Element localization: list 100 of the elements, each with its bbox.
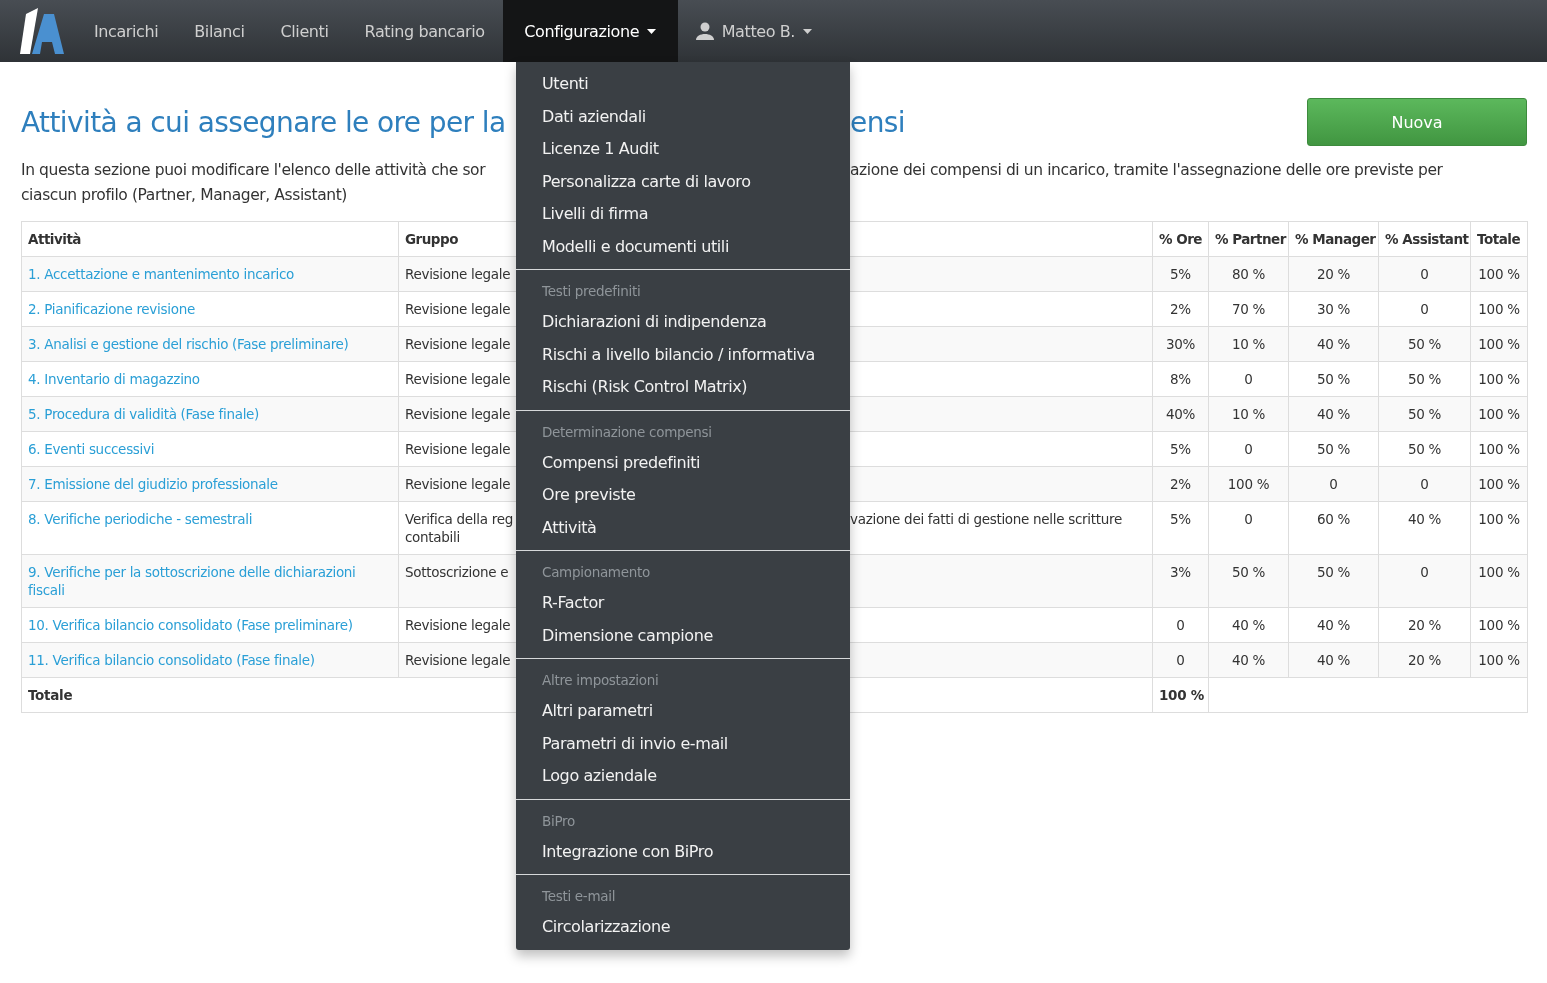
group-text: Revisione legale bbox=[405, 475, 511, 493]
caret-icon bbox=[803, 28, 813, 34]
table-cell: 8% bbox=[1152, 361, 1209, 397]
table-cell: 5% bbox=[1152, 501, 1209, 555]
table-cell: 100 % bbox=[1470, 326, 1528, 362]
menu-header: BiPro bbox=[541, 811, 576, 831]
table-cell: 50 % bbox=[1208, 554, 1289, 608]
table-cell: 2% bbox=[1152, 291, 1209, 327]
group-text: Revisione legale bbox=[405, 651, 511, 669]
table-cell: 10 % bbox=[1208, 326, 1289, 362]
group-text: Revisione legale bbox=[405, 405, 511, 423]
table-cell: 100 % bbox=[1470, 554, 1528, 608]
table-cell: 0 bbox=[1378, 554, 1471, 608]
table-cell: 100 % bbox=[1470, 466, 1528, 502]
table-cell: 10 % bbox=[1208, 396, 1289, 432]
table-cell: 50 % bbox=[1288, 554, 1379, 608]
table-cell: 0 bbox=[1378, 291, 1471, 327]
menu-item[interactable]: Rischi a livello bilancio / informativa bbox=[516, 338, 850, 371]
table-cell: 100 % bbox=[1470, 396, 1528, 432]
table-cell: 60 % bbox=[1288, 501, 1379, 555]
menu-item[interactable]: Dimensione campione bbox=[516, 619, 850, 652]
table-cell: 40 % bbox=[1288, 326, 1379, 362]
column-header: % Partner bbox=[1208, 221, 1289, 257]
nav-item[interactable]: Clienti bbox=[262, 0, 347, 62]
menu-header: Campionamento bbox=[541, 563, 651, 582]
group-text: Sottoscrizione e bbox=[405, 563, 509, 581]
table-cell: 0 bbox=[1378, 466, 1471, 502]
table-cell: 0 bbox=[1152, 607, 1209, 643]
table-cell: 0 bbox=[1208, 501, 1289, 555]
menu-item[interactable]: Circolarizzazione bbox=[516, 911, 850, 944]
nav-item[interactable]: Bilanci bbox=[176, 0, 263, 62]
table-cell: 70 % bbox=[1208, 291, 1289, 327]
menu-item[interactable]: Dati aziendali bbox=[516, 100, 850, 133]
intro-text: ciascun profilo (Partner, Manager, Assistant) bbox=[21, 185, 348, 206]
table-cell: 0 bbox=[1378, 256, 1471, 292]
user-menu[interactable]: Matteo B. bbox=[677, 0, 831, 62]
table-cell: 40% bbox=[1152, 396, 1209, 432]
menu-item[interactable]: Altri parametri bbox=[516, 695, 850, 728]
table-cell: 50 % bbox=[1378, 431, 1471, 467]
menu-header: Testi e-mail bbox=[541, 887, 617, 906]
table-cell: 0 bbox=[1208, 361, 1289, 397]
nav-item[interactable]: Rating bancario bbox=[346, 0, 503, 62]
menu-item[interactable]: Licenze 1 Audit bbox=[516, 133, 850, 166]
group-text: vazione dei fatti di gestione nelle scritture bbox=[850, 510, 1122, 529]
table-cell: 50 % bbox=[1378, 361, 1471, 397]
group-text: Revisione legale bbox=[405, 616, 511, 634]
nav-item[interactable]: Configurazione bbox=[502, 0, 678, 62]
table-cell: 50 % bbox=[1378, 326, 1471, 362]
table-cell: 100 % bbox=[1470, 256, 1528, 292]
menu-item[interactable]: Compensi predefiniti bbox=[516, 446, 850, 479]
page-title: Attività a cui assegnare le ore per la bbox=[21, 105, 506, 139]
group-text: contabili bbox=[405, 528, 460, 546]
table-cell: 0 bbox=[1208, 431, 1289, 467]
menu-item[interactable]: Utenti bbox=[516, 68, 850, 101]
group-text: Verifica della reg bbox=[405, 510, 513, 528]
menu-item[interactable]: Integrazione con BiPro bbox=[516, 835, 850, 868]
table-cell: 40 % bbox=[1208, 642, 1289, 678]
table-cell: 100 % bbox=[1470, 607, 1528, 643]
table-cell: 80 % bbox=[1208, 256, 1289, 292]
table-cell: 20 % bbox=[1288, 256, 1379, 292]
menu-item[interactable]: Rischi (Risk Control Matrix) bbox=[516, 371, 850, 404]
table-cell: 50 % bbox=[1288, 431, 1379, 467]
nav-item[interactable]: Incarichi bbox=[76, 0, 177, 62]
group-text: Revisione legale bbox=[405, 370, 511, 388]
menu-item[interactable]: R-Factor bbox=[516, 587, 850, 620]
total-value: 100 % bbox=[1159, 687, 1204, 703]
column-header: Totale bbox=[1470, 221, 1528, 257]
table-cell: 50 % bbox=[1288, 361, 1379, 397]
table-cell: 100 % bbox=[1470, 291, 1528, 327]
column-header: % Assistant bbox=[1378, 221, 1471, 257]
menu-item[interactable]: Parametri di invio e-mail bbox=[516, 727, 850, 760]
table-cell: 5% bbox=[1152, 431, 1209, 467]
menu-item[interactable]: Logo aziendale bbox=[516, 760, 850, 793]
menu-item[interactable]: Personalizza carte di lavoro bbox=[516, 165, 850, 198]
column-header: % Ore bbox=[1152, 221, 1209, 257]
menu-item[interactable]: Modelli e documenti utili bbox=[516, 230, 850, 263]
menu-header: Altre impostazioni bbox=[541, 671, 660, 690]
table-cell: 0 bbox=[1288, 466, 1379, 502]
menu-item[interactable]: Ore previste bbox=[516, 479, 850, 512]
table-cell: 40 % bbox=[1288, 607, 1379, 643]
table-cell: 20 % bbox=[1378, 642, 1471, 678]
table-cell: 100 % bbox=[1470, 431, 1528, 467]
table-cell: 50 % bbox=[1378, 396, 1471, 432]
intro-text: In questa sezione puoi modificare l'elenco delle attività che sor bbox=[21, 160, 486, 181]
intro-text: azione dei compensi di un incarico, tramite l'assegnazione delle ore previste per bbox=[850, 160, 1443, 181]
menu-header: Testi predefiniti bbox=[541, 282, 642, 301]
table-cell: 0 bbox=[1152, 642, 1209, 678]
group-text: Revisione legale bbox=[405, 335, 511, 353]
table-cell: 30 % bbox=[1288, 291, 1379, 327]
caret-icon bbox=[647, 28, 657, 34]
group-text: Revisione legale bbox=[405, 265, 511, 283]
menu-item[interactable]: Attività bbox=[516, 511, 850, 544]
total-label: Totale bbox=[28, 687, 73, 703]
table-cell: 30% bbox=[1152, 326, 1209, 362]
logo-icon[interactable] bbox=[18, 6, 64, 56]
table-cell: 100 % bbox=[1470, 501, 1528, 555]
table-cell: 20 % bbox=[1378, 607, 1471, 643]
menu-item[interactable]: Livelli di firma bbox=[516, 198, 850, 231]
table-cell: 100 % bbox=[1470, 642, 1528, 678]
menu-item[interactable]: Dichiarazioni di indipendenza bbox=[516, 306, 850, 339]
